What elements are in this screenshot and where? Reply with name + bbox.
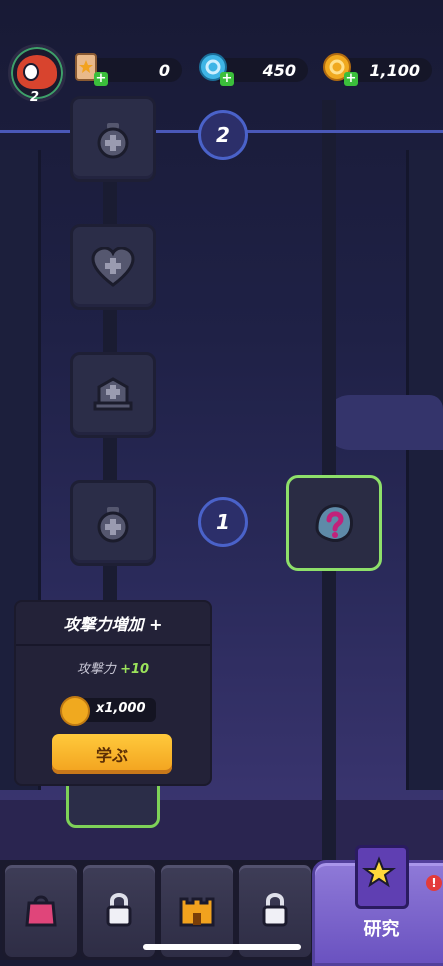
heart-plus-icon <box>73 227 153 307</box>
star-card-icon: + <box>72 52 108 86</box>
player-level: 2 <box>30 90 40 105</box>
popup-title: 攻撃力増加 + <box>16 602 210 646</box>
potion-plus-icon <box>73 99 153 179</box>
stat-bonus: +10 <box>120 662 150 677</box>
gold-coin-icon <box>60 696 90 726</box>
gold-coin-value: 1,100 <box>369 61 420 80</box>
lock-icon <box>255 889 295 933</box>
tier-badge: 1 <box>198 497 248 547</box>
potion-plus-icon <box>73 483 153 563</box>
mystery-icon <box>289 478 379 568</box>
popup-stat: 攻撃力 +10 <box>16 658 210 677</box>
top-hud: 2 + 0 + 450 + 1,100 <box>0 0 443 105</box>
skill-node-heart[interactable] <box>70 224 156 310</box>
add-coin-icon[interactable]: + <box>344 72 358 86</box>
skill-info-popup: 攻撃力増加 + 攻撃力 +10 x1,000 学ぶ <box>14 600 212 786</box>
skill-node-potion[interactable] <box>70 480 156 566</box>
add-gem-icon[interactable]: + <box>220 72 234 86</box>
gold-coin-icon: + <box>322 52 358 86</box>
shopping-bag-icon <box>21 889 61 933</box>
stat-label: 攻撃力 <box>76 662 116 677</box>
blue-gem-icon: + <box>198 52 234 86</box>
cost-amount: x1,000 <box>96 701 146 716</box>
cost-display: x1,000 <box>60 696 156 726</box>
home-indicator[interactable] <box>143 944 301 950</box>
avatar-eye <box>23 63 39 81</box>
gold-coin-counter[interactable]: + 1,100 <box>323 53 432 86</box>
blue-gem-counter[interactable]: + 450 <box>199 53 308 86</box>
castle-icon <box>175 889 219 933</box>
nav-shop[interactable] <box>2 862 80 960</box>
skill-node-mystery[interactable] <box>286 475 382 571</box>
lock-icon <box>99 889 139 933</box>
right-pillar <box>406 150 443 790</box>
skill-node-potion[interactable] <box>70 96 156 182</box>
notification-badge: ! <box>426 875 442 891</box>
cloud <box>323 395 443 450</box>
skill-node-tombstone[interactable] <box>70 352 156 438</box>
tombstone-plus-icon <box>73 355 153 435</box>
nav-research-label: 研究 <box>363 919 400 940</box>
card-ticket-counter[interactable]: + 0 <box>75 53 182 86</box>
card-ticket-value: 0 <box>158 61 170 80</box>
add-card-icon[interactable]: + <box>94 72 108 86</box>
book-star-icon <box>355 845 409 909</box>
blue-gem-value: 450 <box>262 61 296 80</box>
tier-badge: 2 <box>198 110 248 160</box>
learn-button[interactable]: 学ぶ <box>52 734 172 774</box>
nav-research[interactable]: ! 研究 <box>312 845 443 966</box>
